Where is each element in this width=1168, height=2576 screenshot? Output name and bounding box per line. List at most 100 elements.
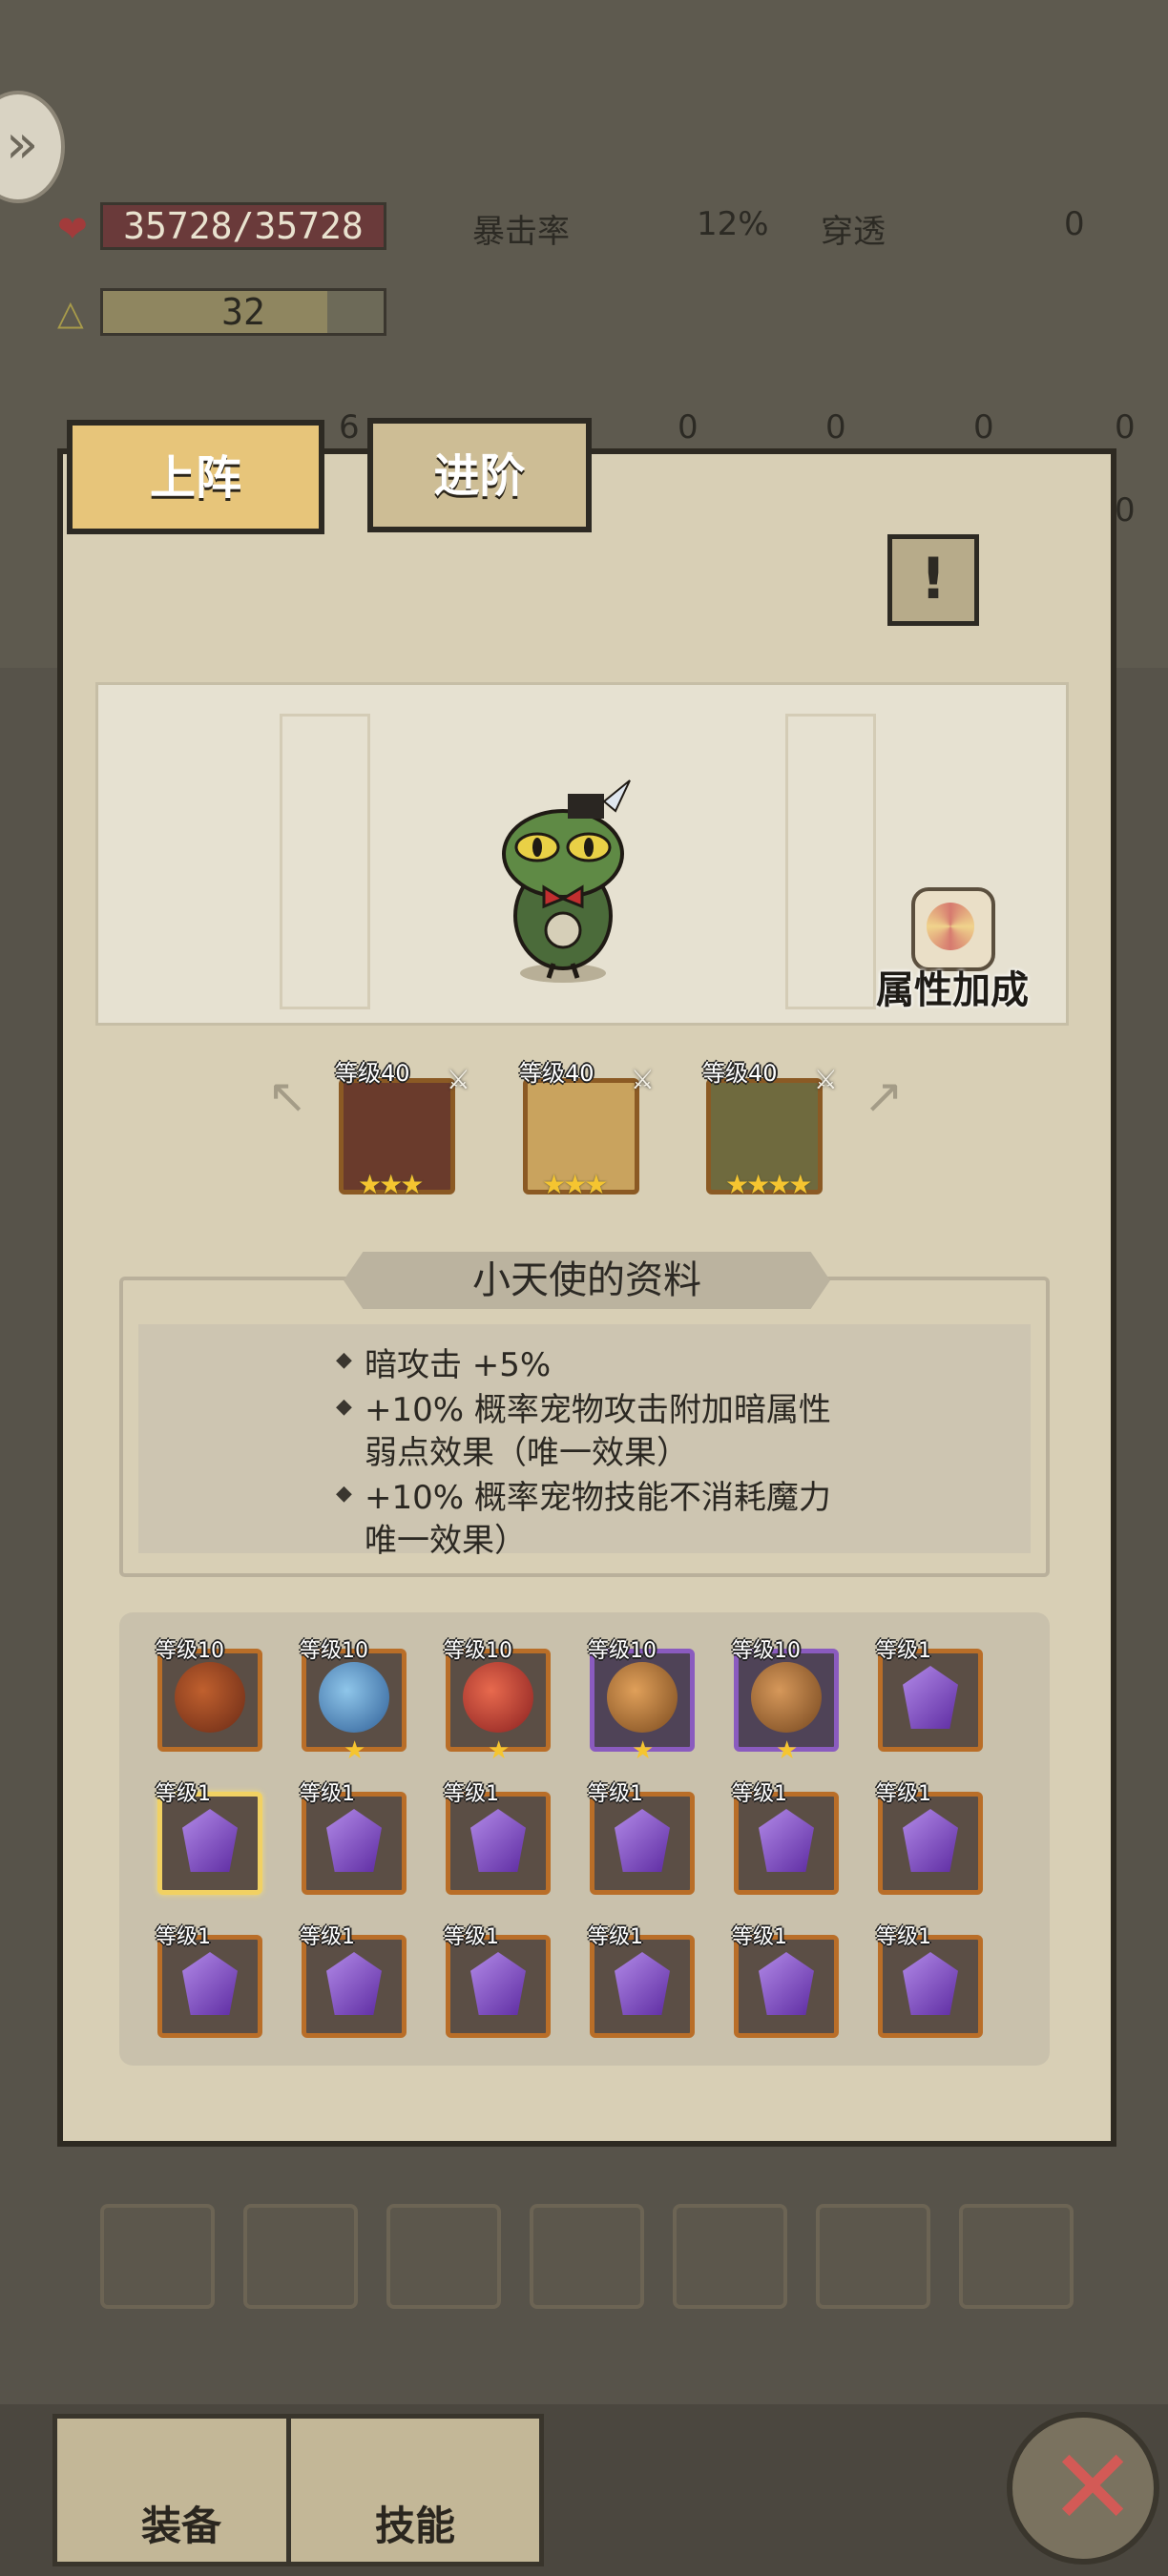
close-button[interactable]: ✕ bbox=[1007, 2412, 1159, 2565]
crossed-swords-icon: ⚔ bbox=[630, 1064, 655, 1095]
star-icon: ★ bbox=[344, 1736, 366, 1765]
pet-slot-selected[interactable]: 等级1 bbox=[156, 1776, 266, 1895]
pet-level: 等级1 bbox=[300, 1925, 355, 1949]
pet-slot[interactable]: 等级1 bbox=[876, 1776, 987, 1895]
skill-nav-label: 技能 bbox=[374, 2503, 455, 2549]
background-slot bbox=[100, 2204, 215, 2309]
pillar-decoration bbox=[280, 714, 370, 1009]
info-line: +10% 概率宠物技能不消耗魔力 bbox=[365, 1479, 831, 1517]
equipment-stars: ★★★ bbox=[358, 1169, 424, 1200]
pet-slot[interactable]: 等级1 bbox=[732, 1776, 843, 1895]
pet-level: 等级10 bbox=[588, 1639, 657, 1663]
crit-label: 暴击率 bbox=[472, 213, 570, 251]
rock-ball-pet bbox=[751, 1662, 822, 1733]
info-button[interactable]: ! bbox=[887, 534, 979, 626]
heart-icon: ❤ bbox=[57, 208, 88, 250]
pet-level: 等级1 bbox=[876, 1782, 931, 1806]
equipment-stars: ★★★★ bbox=[725, 1169, 812, 1200]
pet-level: 等级1 bbox=[876, 1639, 931, 1663]
pet-slot[interactable]: 等级10 bbox=[156, 1633, 266, 1752]
side-stat: 6 bbox=[339, 408, 360, 447]
pet-slot[interactable]: 等级10 ★ bbox=[732, 1633, 843, 1765]
equip-nav-button[interactable]: 装备 bbox=[52, 2414, 310, 2566]
info-line: 暗攻击 +5% bbox=[365, 1346, 552, 1384]
bullet-icon: ◆ bbox=[336, 1348, 352, 1372]
crossed-swords-icon: ⚔ bbox=[446, 1064, 470, 1095]
equipment-slot[interactable]: 等级40 ⚔ ★★★★ bbox=[702, 1054, 838, 1200]
equipment-stars: ★★★ bbox=[542, 1169, 608, 1200]
star-icon: ★ bbox=[488, 1736, 511, 1765]
pet-slot[interactable]: 等级1 bbox=[876, 1920, 987, 2038]
crit-value: 12% bbox=[697, 205, 769, 243]
star-icon: ★ bbox=[776, 1736, 799, 1765]
pet-slot[interactable]: 等级10 ★ bbox=[444, 1633, 554, 1765]
background-slot bbox=[386, 2204, 501, 2309]
tab-advance[interactable]: 进阶 bbox=[367, 418, 592, 532]
pierce-label: 穿透 bbox=[821, 213, 886, 251]
pet-slot[interactable]: 等级1 bbox=[732, 1920, 843, 2038]
close-icon: ✕ bbox=[1049, 2426, 1137, 2548]
red-dragon-pet bbox=[463, 1662, 533, 1733]
tab-deploy[interactable]: 上阵 bbox=[67, 420, 324, 534]
pet-slot[interactable]: 等级1 bbox=[588, 1776, 699, 1895]
pet-slot[interactable]: 等级1 bbox=[444, 1920, 554, 2038]
level-bar: 32 bbox=[100, 288, 386, 336]
side-stat: 0 bbox=[973, 408, 994, 447]
pillar-decoration bbox=[785, 714, 876, 1009]
pet-level: 等级1 bbox=[444, 1782, 499, 1806]
fire-ball-pet bbox=[175, 1662, 245, 1733]
equipment-slot[interactable]: 等级40 ⚔ ★★★ bbox=[335, 1054, 470, 1200]
pet-slot[interactable]: 等级1 bbox=[444, 1776, 554, 1895]
background-slot bbox=[243, 2204, 358, 2309]
pet-level: 等级1 bbox=[300, 1782, 355, 1806]
crossed-swords-icon: ⚔ bbox=[813, 1064, 838, 1095]
equip-nav-label: 装备 bbox=[140, 2503, 221, 2549]
info-line: 唯一效果） bbox=[365, 1522, 527, 1560]
pet-level: 等级10 bbox=[444, 1639, 512, 1663]
info-title: 小天使的资料 bbox=[472, 1258, 701, 1302]
pet-slot[interactable]: 等级10 ★ bbox=[588, 1633, 699, 1765]
pet-level: 等级1 bbox=[156, 1925, 211, 1949]
equipment-level: 等级40 bbox=[335, 1060, 410, 1087]
pet-level: 等级1 bbox=[732, 1782, 787, 1806]
side-stat: 0 bbox=[678, 408, 699, 447]
background-slot bbox=[816, 2204, 930, 2309]
attr-bonus-label: 属性加成 bbox=[876, 968, 1029, 1012]
pet-level: 等级10 bbox=[300, 1639, 368, 1663]
bullet-icon: ◆ bbox=[336, 1482, 352, 1506]
side-stat: 0 bbox=[1115, 408, 1136, 447]
pet-level: 等级1 bbox=[588, 1925, 643, 1949]
swirl-icon bbox=[927, 903, 974, 950]
frog-pet-sprite bbox=[502, 779, 631, 983]
pet-slot[interactable]: 等级1 bbox=[876, 1633, 987, 1752]
bullet-icon: ◆ bbox=[336, 1395, 352, 1419]
pet-level: 等级1 bbox=[444, 1925, 499, 1949]
pet-level: 等级1 bbox=[876, 1925, 931, 1949]
skill-nav-button[interactable]: 技能 bbox=[286, 2414, 544, 2566]
info-line: 弱点效果（唯一效果） bbox=[365, 1434, 689, 1472]
level-icon: △ bbox=[57, 294, 84, 333]
equipment-slot[interactable]: 等级40 ⚔ ★★★ bbox=[519, 1054, 655, 1200]
side-stat: 0 bbox=[825, 408, 846, 447]
equipment-level: 等级40 bbox=[519, 1060, 594, 1087]
chevron-right-icon: » bbox=[6, 114, 39, 176]
pet-level: 等级1 bbox=[732, 1925, 787, 1949]
star-icon: ★ bbox=[632, 1736, 655, 1765]
blue-dragon-pet bbox=[319, 1662, 389, 1733]
pet-slot[interactable]: 等级1 bbox=[300, 1920, 410, 2038]
pet-level: 等级10 bbox=[732, 1639, 801, 1663]
pet-slot[interactable]: 等级1 bbox=[300, 1776, 410, 1895]
arrow-right-icon: ↗ bbox=[864, 1069, 904, 1124]
background-slot bbox=[673, 2204, 787, 2309]
pet-slot[interactable]: 等级1 bbox=[156, 1920, 266, 2038]
info-line: +10% 概率宠物攻击附加暗属性 bbox=[365, 1391, 831, 1429]
hp-bar: 35728/35728 bbox=[100, 202, 386, 250]
arrow-left-icon: ↖ bbox=[267, 1069, 307, 1124]
pierce-value: 0 bbox=[1064, 205, 1085, 243]
background-slot bbox=[959, 2204, 1074, 2309]
pet-level: 等级1 bbox=[156, 1782, 211, 1806]
pet-slot[interactable]: 等级10 ★ bbox=[300, 1633, 410, 1765]
exclamation-icon: ! bbox=[920, 546, 947, 613]
pet-slot[interactable]: 等级1 bbox=[588, 1920, 699, 2038]
equipment-level: 等级40 bbox=[702, 1060, 778, 1087]
